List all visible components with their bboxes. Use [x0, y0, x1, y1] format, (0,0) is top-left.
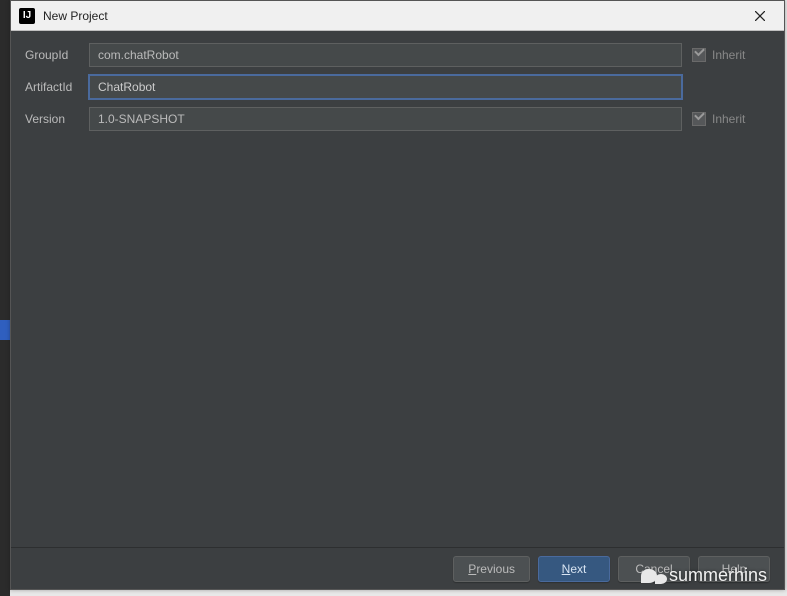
new-project-dialog: IJ New Project GroupId Inherit ArtifactI… — [10, 0, 785, 590]
dialog-footer: Previous Next Cancel Help — [11, 547, 784, 589]
version-inherit[interactable]: Inherit — [692, 112, 770, 126]
app-icon: IJ — [19, 8, 35, 24]
groupid-label: GroupId — [25, 48, 89, 62]
groupid-input[interactable] — [89, 43, 682, 67]
close-icon — [755, 11, 765, 21]
groupid-inherit[interactable]: Inherit — [692, 48, 770, 62]
previous-button[interactable]: Previous — [453, 556, 530, 582]
cancel-button[interactable]: Cancel — [618, 556, 690, 582]
version-label: Version — [25, 112, 89, 126]
inherit-label: Inherit — [712, 48, 745, 62]
help-button[interactable]: Help — [698, 556, 770, 582]
checkbox-icon — [692, 48, 706, 62]
version-row: Version Inherit — [25, 107, 770, 131]
inherit-label: Inherit — [712, 112, 745, 126]
artifactid-input[interactable] — [89, 75, 682, 99]
artifactid-row: ArtifactId — [25, 75, 770, 99]
next-rest: ext — [570, 562, 586, 576]
previous-rest: revious — [476, 562, 515, 576]
window-title: New Project — [43, 9, 108, 23]
next-button[interactable]: Next — [538, 556, 610, 582]
dialog-content: GroupId Inherit ArtifactId Version Inher… — [11, 31, 784, 547]
titlebar: IJ New Project — [11, 1, 784, 31]
groupid-row: GroupId Inherit — [25, 43, 770, 67]
artifactid-label: ArtifactId — [25, 80, 89, 94]
version-input[interactable] — [89, 107, 682, 131]
close-button[interactable] — [740, 2, 780, 30]
checkbox-icon — [692, 112, 706, 126]
